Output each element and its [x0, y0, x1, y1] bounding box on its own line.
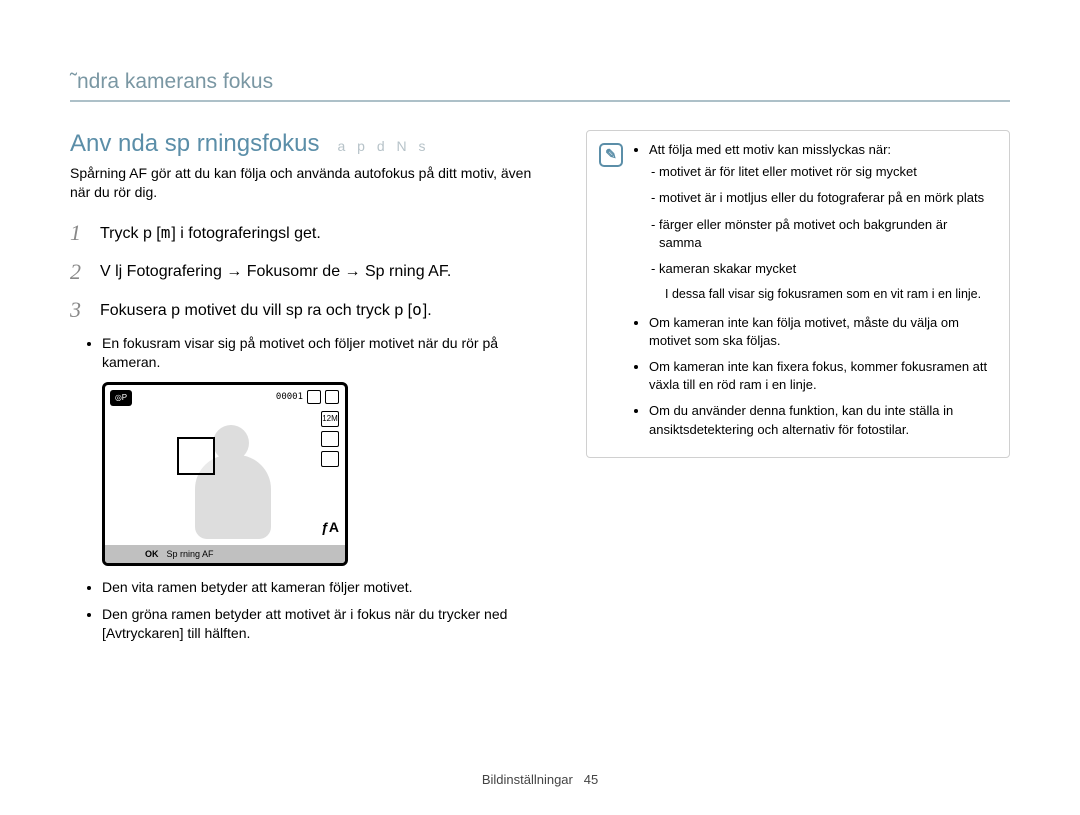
arrow-icon: → [345, 263, 361, 280]
step-2: 2 V lj Fotografering → Fokusomr de → Sp … [70, 257, 540, 288]
step-number: 1 [70, 218, 88, 249]
list-item: motivet är för litet eller motivet rör s… [659, 163, 993, 181]
step-2-a: V lj Fotografering [100, 263, 226, 280]
list-item: kameran skakar mycket [659, 260, 993, 278]
menu-button-icon: m [161, 223, 172, 242]
lcd-top-strip: 00001 [276, 390, 339, 404]
flash-auto-icon: ƒA [321, 519, 339, 535]
note-bullet1-tail: I dessa fall visar sig fokusramen som en… [665, 286, 993, 304]
right-column: ✎ Att följa med ett motiv kan misslyckas… [586, 130, 1010, 653]
step-1-text-post: ] i fotograferingsl get. [171, 225, 320, 242]
step-number: 3 [70, 295, 88, 326]
list-item: Om du använder denna funktion, kan du in… [649, 402, 993, 438]
feature-heading: Anv nda sp rningsfokus [70, 130, 319, 158]
step-1: 1 Tryck p [m] i fotograferingsl get. [70, 218, 540, 249]
shutter-key-label: Avtryckaren [106, 625, 180, 641]
two-column-layout: Anv nda sp rningsfokus a p d N s Spårnin… [70, 130, 1010, 653]
ok-label: OK [145, 549, 159, 559]
list-item: Den vita ramen betyder att kameran följe… [102, 578, 540, 597]
list-item: motivet är i motljus eller du fotografer… [659, 189, 993, 207]
quality-icon [321, 431, 339, 447]
list-item: Om kameran inte kan följa motivet, måste… [649, 314, 993, 350]
step-body: Tryck p [m] i fotograferingsl get. [100, 218, 321, 249]
note-sub-list: motivet är för litet eller motivet rör s… [659, 163, 993, 278]
step-3-subnote-a: En fokusram visar sig på motivet och föl… [102, 334, 540, 372]
arrow-icon: → [226, 263, 242, 280]
step-number: 2 [70, 257, 88, 288]
list-item: Om kameran inte kan fixera fokus, kommer… [649, 358, 993, 394]
frame-counter: 00001 [276, 392, 303, 402]
ok-button-icon: o [412, 300, 423, 319]
resolution-icon: 12M [321, 411, 339, 427]
memory-card-icon [307, 390, 321, 404]
page-number: 45 [584, 772, 598, 787]
step-1-text-pre: Tryck p [ [100, 225, 161, 242]
step-3-subnote-b: Den vita ramen betyder att kameran följe… [102, 578, 540, 643]
list-item: En fokusram visar sig på motivet och föl… [102, 334, 540, 372]
heading-row: Anv nda sp rningsfokus a p d N s [70, 130, 540, 158]
footer-label: Bildinställningar [482, 772, 573, 787]
note-bullet1-head: Att följa med ett motiv kan misslyckas n… [649, 142, 891, 157]
camera-mode-icon: ◎P [110, 390, 132, 406]
note-content: Att följa med ett motiv kan misslyckas n… [633, 141, 993, 447]
step-3-text-pre: Fokusera p motivet du vill sp ra och try… [100, 302, 412, 319]
section-title: ˜ndra kamerans fokus [70, 70, 1010, 102]
intro-paragraph: Spårning AF gör att du kan följa och anv… [70, 164, 540, 202]
focus-frame [177, 437, 215, 475]
step-3-text-post: ]. [423, 302, 432, 319]
list-item: Att följa med ett motiv kan misslyckas n… [649, 141, 993, 304]
lcd-footer-bar: OK Sp rning AF [105, 545, 345, 563]
sub-c-post: ] till hälften. [180, 625, 251, 641]
step-2-b: Fokusomr de [242, 263, 344, 280]
note-icon: ✎ [599, 143, 623, 167]
note-top-list: Att följa med ett motiv kan misslyckas n… [649, 141, 993, 439]
manual-page: ˜ndra kamerans fokus Anv nda sp rningsfo… [0, 0, 1080, 815]
step-body: Fokusera p motivet du vill sp ra och try… [100, 295, 432, 326]
note-box: ✎ Att följa med ett motiv kan misslyckas… [586, 130, 1010, 458]
page-footer: Bildinställningar 45 [0, 772, 1080, 787]
list-item: färger eller mönster på motivet och bakg… [659, 216, 993, 252]
step-3: 3 Fokusera p motivet du vill sp ra och t… [70, 295, 540, 326]
list-item: Den gröna ramen betyder att motivet är i… [102, 605, 540, 643]
lcd-footer-text: Sp rning AF [167, 549, 214, 559]
step-2-c: Sp rning AF. [361, 263, 452, 280]
step-body: V lj Fotografering → Fokusomr de → Sp rn… [100, 257, 451, 288]
mode-icons-label: a p d N s [337, 138, 429, 154]
lcd-side-icons: 12M [321, 411, 339, 467]
left-column: Anv nda sp rningsfokus a p d N s Spårnin… [70, 130, 540, 653]
camera-lcd-figure: ◎P 00001 12M ƒA OK [102, 382, 348, 566]
battery-icon [325, 390, 339, 404]
metering-icon [321, 451, 339, 467]
